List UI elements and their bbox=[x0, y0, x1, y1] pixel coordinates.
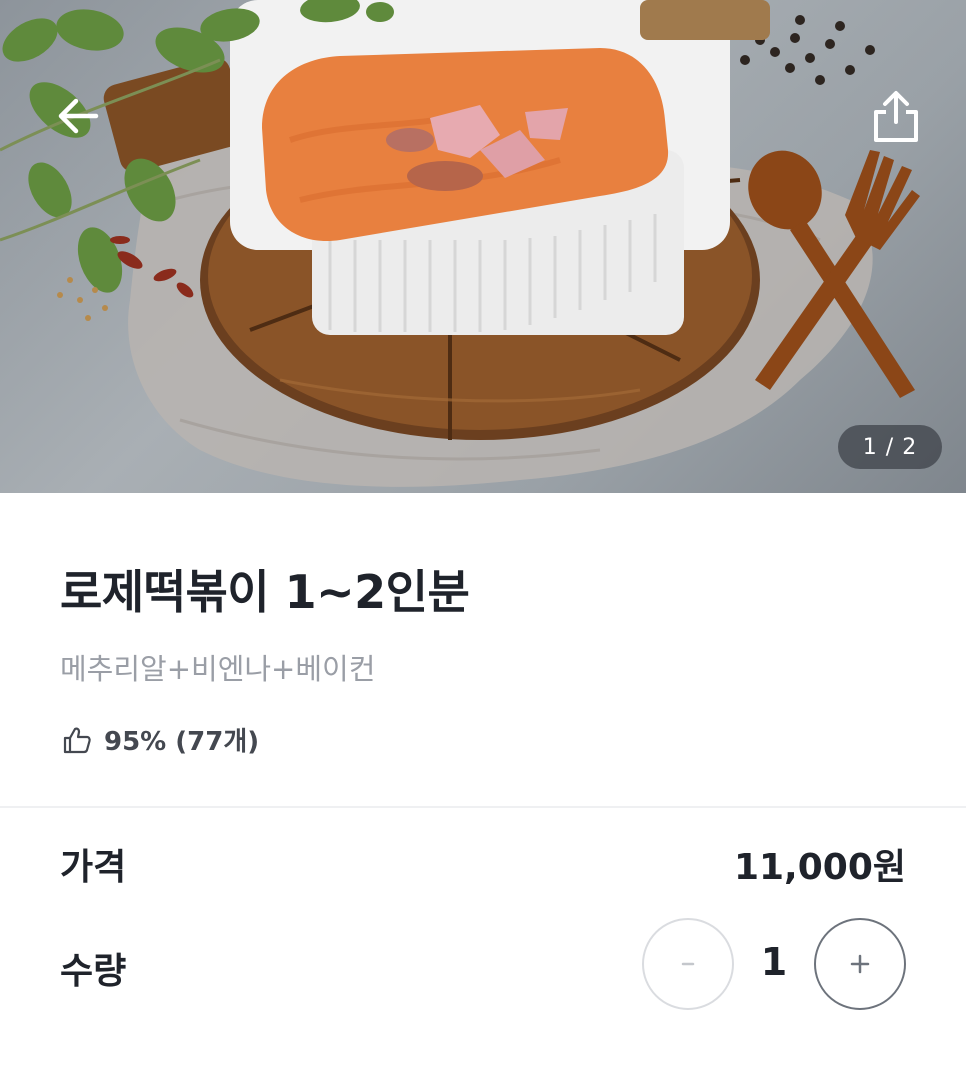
share-button[interactable] bbox=[864, 84, 928, 148]
product-title: 로제떡볶이 1~2인분 bbox=[60, 565, 470, 619]
quantity-decrease-button[interactable] bbox=[642, 918, 734, 1010]
minus-icon bbox=[681, 962, 695, 966]
share-icon bbox=[874, 91, 918, 142]
price-value: 11,000원 bbox=[733, 847, 906, 888]
quantity-value: 1 bbox=[760, 940, 788, 984]
image-page-counter: 1 / 2 bbox=[838, 425, 942, 469]
thumbs-up-icon bbox=[63, 727, 91, 753]
arrow-left-icon bbox=[58, 98, 99, 134]
rating-text: 95% (77개) bbox=[104, 727, 260, 757]
product-detail-page: 1 / 2 로제떡볶이 1~2인분 메추리알+비엔나+베이컨 95% (77개)… bbox=[0, 0, 966, 1068]
quantity-label: 수량 bbox=[60, 951, 127, 992]
quantity-increase-button[interactable] bbox=[814, 918, 906, 1010]
product-photo bbox=[0, 0, 920, 487]
section-divider bbox=[0, 806, 966, 808]
product-options: 메추리알+비엔나+베이컨 bbox=[60, 652, 376, 686]
product-image-carousel[interactable]: 1 / 2 bbox=[0, 0, 966, 493]
price-label: 가격 bbox=[60, 847, 127, 888]
rating-summary: 95% (77개) bbox=[62, 721, 259, 758]
plus-icon bbox=[850, 954, 870, 974]
back-button[interactable] bbox=[46, 84, 110, 148]
